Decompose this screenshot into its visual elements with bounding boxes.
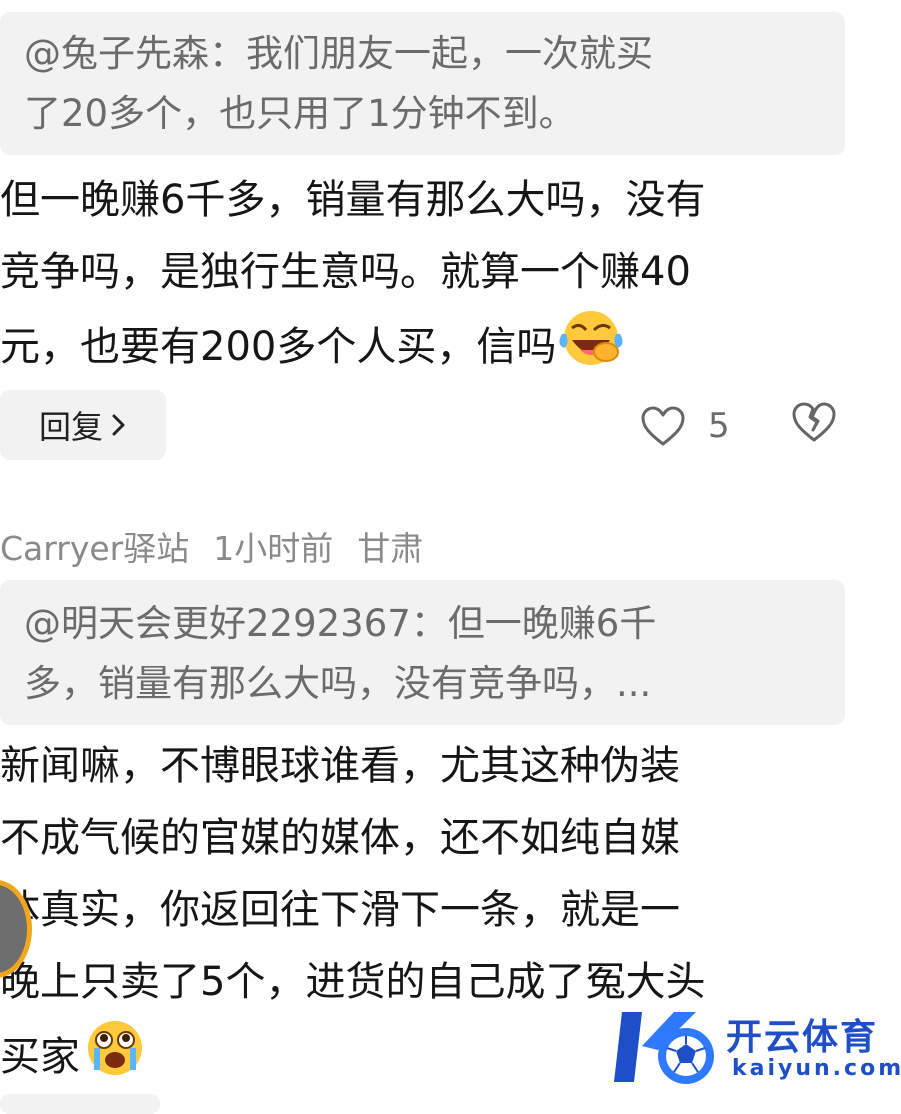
- comment-text-line: 但一晚赚6千多，销量有那么大吗，没有: [0, 177, 706, 223]
- reply-label: 回复: [38, 408, 103, 446]
- reply-button[interactable]: 回复: [0, 390, 166, 460]
- comment-body: 但一晚赚6千多，销量有那么大吗，没有 竞争吗，是独行生意吗。就算一个赚40 元，…: [0, 164, 895, 383]
- author-name[interactable]: Carryer驿站: [0, 522, 189, 570]
- watermark-logo: 开云体育 kaiyun.com: [612, 1002, 901, 1092]
- quoted-text-line: 了20多个，也只用了1分钟不到。: [24, 92, 576, 135]
- quoted-reply-box[interactable]: @明天会更好2292367：但一晚赚6千 多，销量有那么大吗，没有竞争吗，...: [0, 580, 845, 725]
- dislike-button[interactable]: [790, 400, 840, 452]
- quoted-text-line: 多，销量有那么大吗，没有竞争吗，...: [24, 662, 652, 705]
- chevron-right-icon: [112, 414, 125, 436]
- reply-button-partial[interactable]: [0, 1094, 160, 1114]
- comment-time: 1小时前: [213, 529, 334, 568]
- quoted-text-line: @明天会更好2292367：但一晚赚6千: [24, 602, 657, 645]
- like-count: 5: [708, 406, 730, 446]
- kaiyun-logo-icon: [614, 1012, 714, 1084]
- watermark-domain: kaiyun.com: [732, 1056, 901, 1081]
- comment-location: 甘肃: [357, 529, 424, 568]
- watermark-brand: 开云体育: [726, 1017, 879, 1058]
- comment-text-line: 竞争吗，是独行生意吗。就算一个赚40: [0, 249, 691, 295]
- like-button[interactable]: 5: [640, 400, 730, 452]
- quoted-reply-box[interactable]: @兔子先森：我们朋友一起，一次就买 了20多个，也只用了1分钟不到。: [0, 12, 845, 155]
- comment-text-line: 不成气候的官媒的媒体，还不如纯自媒: [0, 815, 680, 861]
- laughing-crying-emoji-icon: [559, 311, 623, 365]
- quoted-text-line: @兔子先森：我们朋友一起，一次就买: [24, 32, 653, 75]
- comment-meta: Carryer驿站 1小时前 甘肃: [0, 522, 423, 570]
- broken-heart-icon: [792, 402, 836, 442]
- comment-text-line: 元，也要有200多个人买，信吗: [0, 308, 895, 383]
- comment-text-line: 体真实，你返回往下滑下一条，就是一: [0, 887, 680, 933]
- comment-text-line: 新闻嘛，不博眼球谁看，尤其这种伪装: [0, 743, 680, 789]
- heart-icon: [641, 406, 685, 446]
- crying-emoji-icon: [88, 1021, 142, 1075]
